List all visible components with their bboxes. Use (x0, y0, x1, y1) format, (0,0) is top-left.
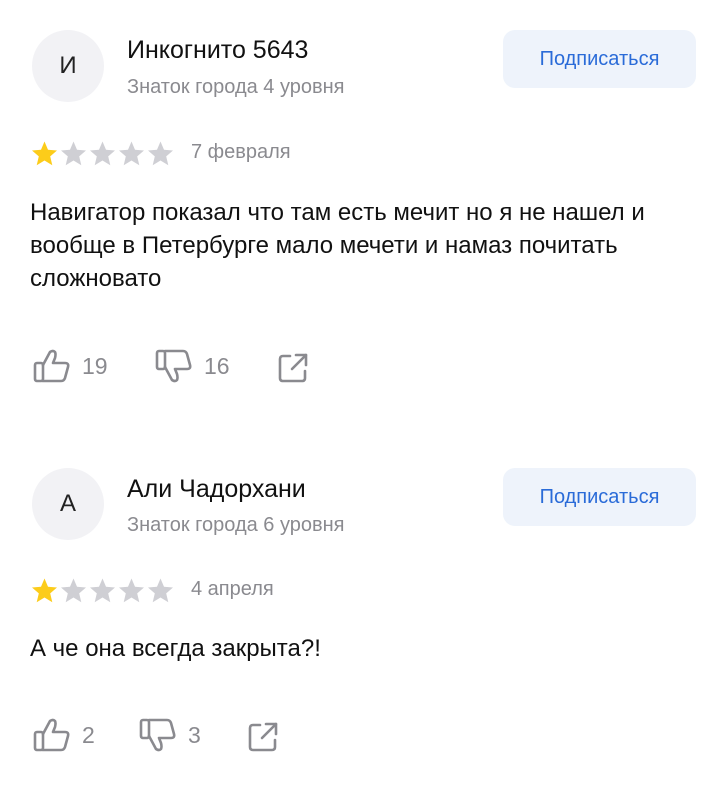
share-button[interactable] (275, 349, 311, 387)
like-button[interactable]: 2 (32, 716, 95, 754)
star-empty-icon (148, 141, 173, 166)
review-date: 7 февраля (191, 141, 291, 163)
subscribe-button[interactable]: Подписаться (503, 468, 696, 526)
avatar[interactable]: И (32, 30, 104, 102)
thumbs-up-icon (32, 716, 72, 754)
author-name[interactable]: Али Чадорхани (127, 475, 306, 504)
star-empty-icon (148, 578, 173, 603)
dislike-count: 3 (188, 721, 201, 748)
review-text: Навигатор показал что там есть мечит но … (30, 199, 645, 292)
star-empty-icon (119, 578, 144, 603)
star-empty-icon (61, 141, 86, 166)
dislike-button[interactable]: 3 (138, 716, 201, 754)
avatar[interactable]: А (32, 468, 104, 540)
review-text: А че она всегда закрыта?! (30, 635, 321, 662)
like-count: 19 (82, 352, 108, 379)
subscribe-button[interactable]: Подписаться (503, 30, 696, 88)
author-level: Знаток города 4 уровня (127, 76, 345, 98)
star-filled-icon (32, 141, 57, 166)
share-icon (275, 350, 311, 386)
star-filled-icon (32, 578, 57, 603)
review-card: И Инкогнито 5643 Знаток города 4 уровня … (0, 0, 726, 420)
rating-stars (30, 577, 175, 603)
share-icon (245, 719, 281, 755)
dislike-count: 16 (204, 352, 230, 379)
rating-stars (30, 140, 175, 166)
star-empty-icon (61, 578, 86, 603)
star-empty-icon (119, 141, 144, 166)
author-level: Знаток города 6 уровня (127, 514, 345, 536)
thumbs-up-icon (32, 347, 72, 385)
review-card: А Али Чадорхани Знаток города 6 уровня П… (0, 420, 726, 800)
thumbs-down-icon (154, 347, 194, 385)
like-count: 2 (82, 721, 95, 748)
star-empty-icon (90, 578, 115, 603)
like-button[interactable]: 19 (32, 347, 108, 385)
thumbs-down-icon (138, 716, 178, 754)
dislike-button[interactable]: 16 (154, 347, 230, 385)
author-name[interactable]: Инкогнито 5643 (127, 36, 308, 65)
review-date: 4 апреля (191, 578, 274, 600)
star-empty-icon (90, 141, 115, 166)
share-button[interactable] (245, 718, 281, 756)
